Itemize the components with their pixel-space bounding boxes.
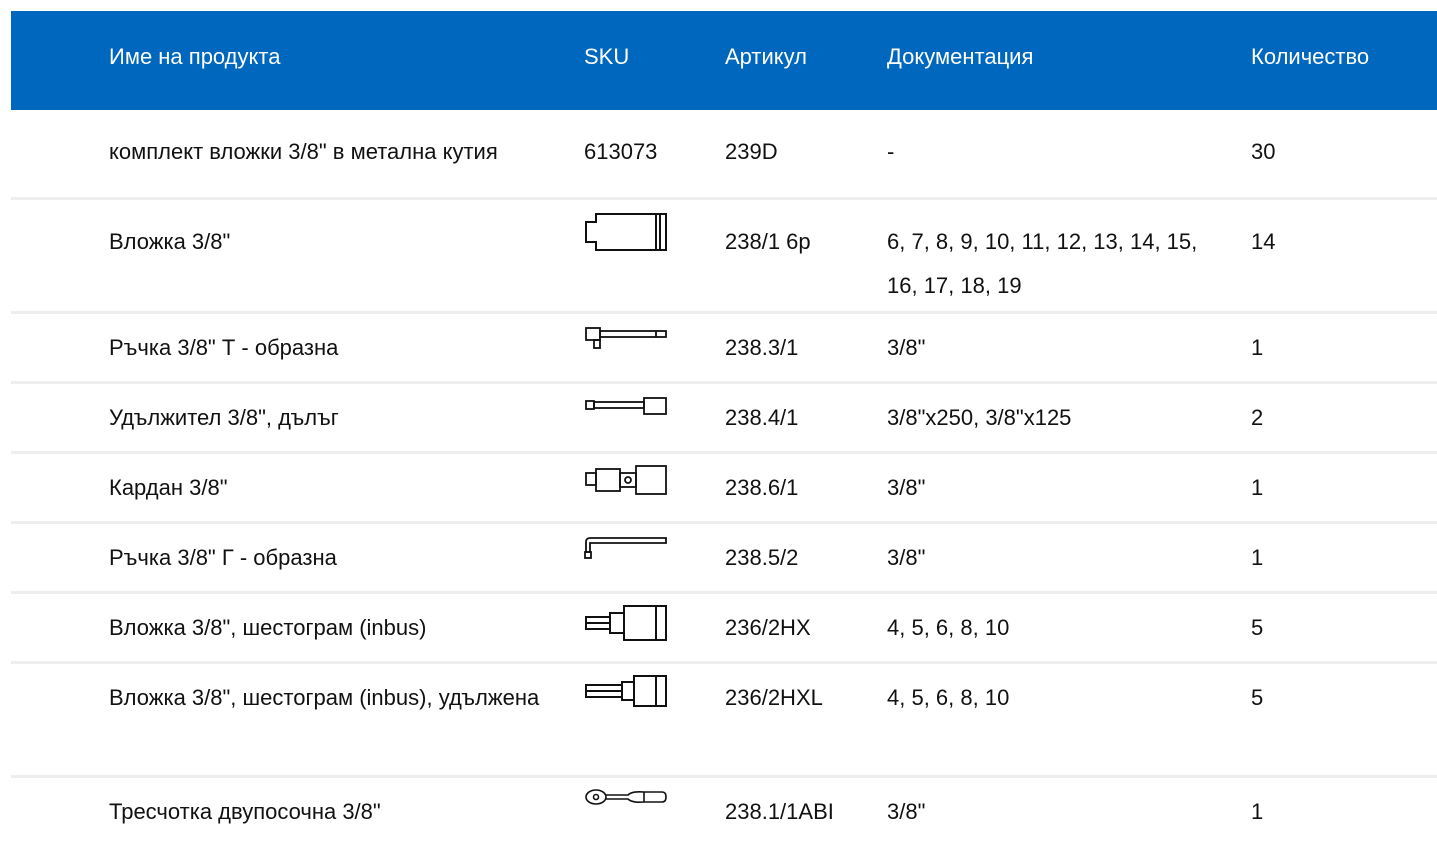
product-quantity: 1 [1251, 799, 1264, 824]
extension-bar-icon [584, 396, 668, 418]
product-quantity: 5 [1251, 615, 1264, 640]
product-name: Ръчка 3/8" Т - образна [109, 335, 339, 360]
product-documentation: 4, 5, 6, 8, 10 [887, 615, 1010, 640]
header-article[interactable]: Артикул [725, 44, 807, 70]
product-name: Вложка 3/8", шестограм (inbus) [109, 615, 427, 640]
product-article: 238.6/1 [725, 475, 799, 500]
table-row[interactable]: Вложка 3/8", шестограм (inbus) 236/2HX 4… [11, 594, 1437, 664]
table-header: Име на продукта SKU Артикул Документация… [11, 11, 1437, 110]
table-row[interactable]: Кардан 3/8" 238.6/1 3/8" 1 [11, 454, 1437, 524]
product-article: 238.5/2 [725, 545, 799, 570]
header-quantity[interactable]: Количество [1251, 44, 1369, 70]
product-quantity: 1 [1251, 335, 1264, 360]
product-article: 238.1/1ABI [725, 799, 834, 824]
product-table: Име на продукта SKU Артикул Документация… [11, 11, 1437, 842]
product-name: Вложка 3/8" [109, 229, 231, 254]
product-documentation: 4, 5, 6, 8, 10 [887, 685, 1010, 710]
product-article: 238.3/1 [725, 335, 799, 360]
product-documentation: 3/8" [887, 799, 926, 824]
product-name: Удължител 3/8", дълъг [109, 405, 339, 430]
product-name: Ръчка 3/8" Г - образна [109, 545, 337, 570]
socket-icon [584, 212, 668, 252]
product-article: 236/2HX [725, 615, 811, 640]
table-row[interactable]: комплект вложки 3/8" в метална кутия 613… [11, 110, 1437, 200]
universal-joint-icon [584, 464, 668, 496]
table-row[interactable]: Тресчотка двупосочна 3/8" 238.1/1ABI 3/8… [11, 778, 1437, 842]
table-row[interactable]: Вложка 3/8", шестограм (inbus), удължена… [11, 664, 1437, 778]
product-documentation: 6, 7, 8, 9, 10, 11, 12, 13, 14, 15, 16, … [887, 229, 1198, 298]
product-name: Тресчотка двупосочна 3/8" [109, 799, 381, 824]
product-name: Вложка 3/8", шестограм (inbus), удължена [109, 685, 540, 710]
product-documentation: 3/8" [887, 335, 926, 360]
table-row[interactable]: Удължител 3/8", дълъг 238.4/1 3/8"x250, … [11, 384, 1437, 454]
ratchet-icon [584, 788, 668, 808]
hex-bit-socket-icon [584, 604, 668, 642]
product-name: Кардан 3/8" [109, 475, 228, 500]
table-row[interactable]: Вложка 3/8" 238/1 6р 6, 7, 8, 9, 10, 11,… [11, 200, 1437, 314]
long-hex-bit-socket-icon [584, 674, 668, 708]
product-quantity: 30 [1251, 139, 1276, 164]
product-documentation: 3/8" [887, 545, 926, 570]
product-documentation: 3/8" [887, 475, 926, 500]
table-row[interactable]: Ръчка 3/8" Г - образна 238.5/2 3/8" 1 [11, 524, 1437, 594]
product-quantity: 1 [1251, 545, 1264, 570]
table-row[interactable]: Ръчка 3/8" Т - образна 238.3/1 3/8" 1 [11, 314, 1437, 384]
product-article: 238/1 6р [725, 229, 811, 254]
header-product-name[interactable]: Име на продукта [109, 44, 280, 70]
product-quantity: 2 [1251, 405, 1264, 430]
product-quantity: 14 [1251, 229, 1276, 254]
header-documentation[interactable]: Документация [887, 44, 1033, 70]
l-handle-icon [584, 536, 668, 562]
product-quantity: 1 [1251, 475, 1264, 500]
product-article: 238.4/1 [725, 405, 799, 430]
product-sku: 613073 [584, 139, 658, 164]
product-documentation: - [887, 139, 895, 164]
header-sku[interactable]: SKU [584, 44, 629, 70]
product-article: 236/2HXL [725, 685, 823, 710]
product-documentation: 3/8"x250, 3/8"x125 [887, 405, 1072, 430]
product-name: комплект вложки 3/8" в метална кутия [109, 139, 498, 164]
t-handle-icon [584, 326, 668, 352]
product-article: 239D [725, 139, 778, 164]
product-quantity: 5 [1251, 685, 1264, 710]
